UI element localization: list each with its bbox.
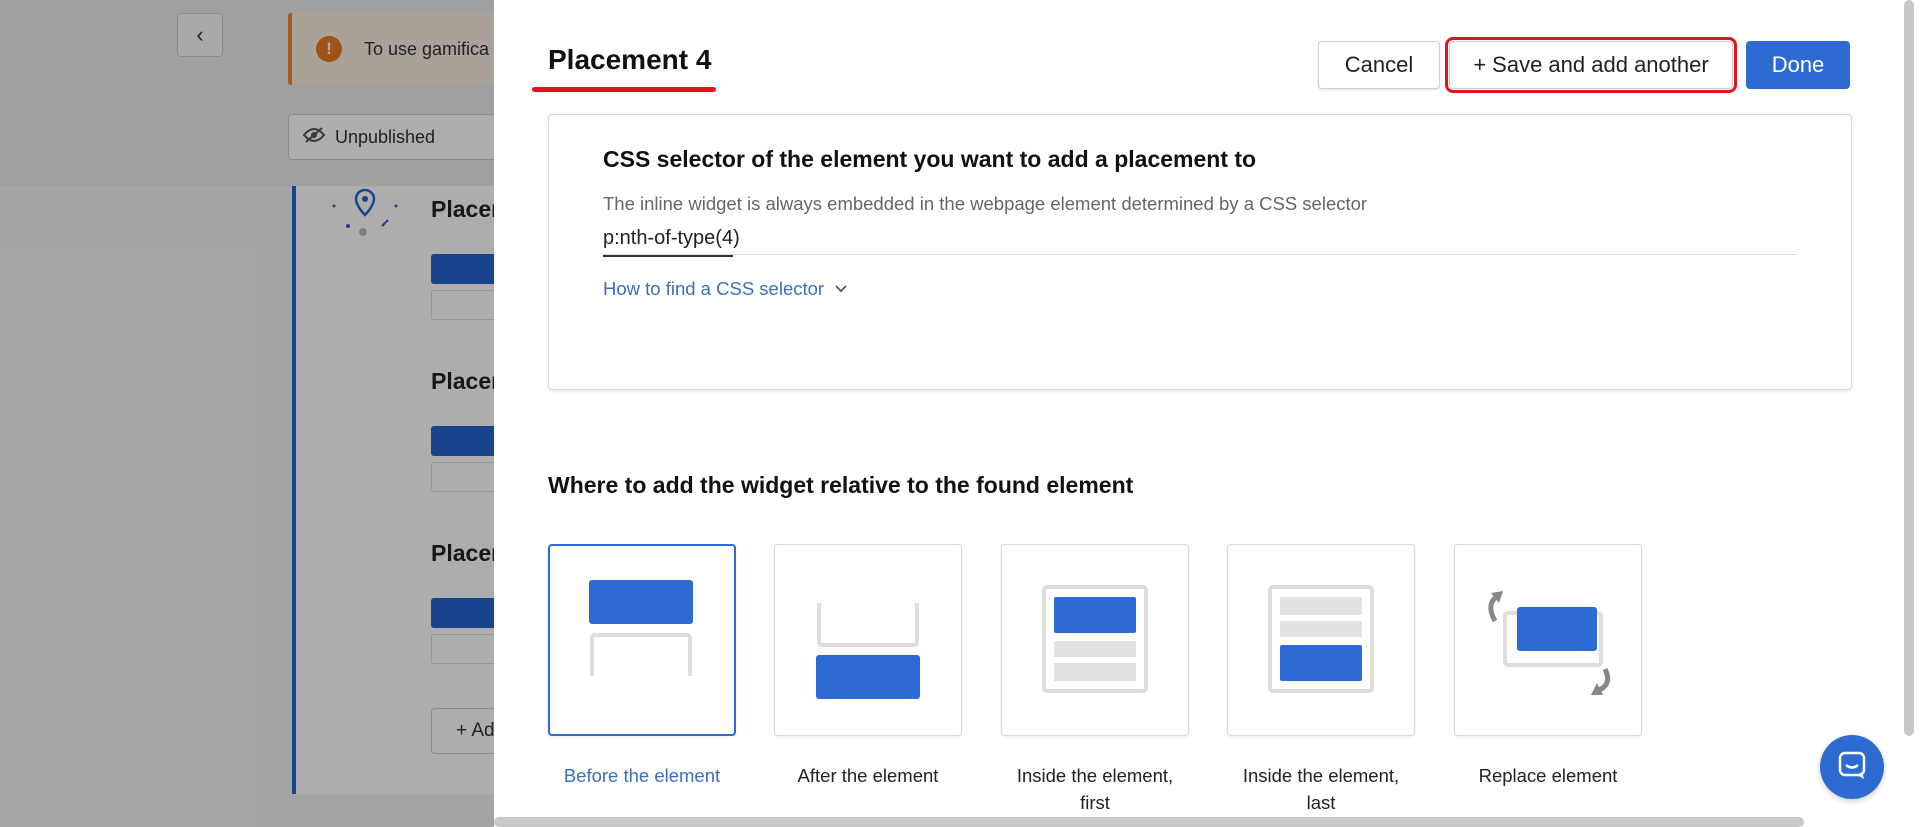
- replace-element-icon: [1488, 591, 1611, 695]
- save-and-add-label: Save and add another: [1492, 52, 1709, 77]
- option-inside-last[interactable]: [1227, 544, 1415, 736]
- help-link-label: How to find a CSS selector: [603, 278, 825, 299]
- inside-last-icon: [1268, 585, 1374, 693]
- css-selector-card: CSS selector of the element you want to …: [548, 114, 1852, 390]
- chat-icon: [1837, 750, 1867, 785]
- option-label: Replace element: [1478, 765, 1618, 786]
- done-button[interactable]: Done: [1746, 41, 1850, 89]
- option-label: After the element: [797, 765, 939, 786]
- css-selector-input[interactable]: [603, 223, 1797, 255]
- save-and-add-another-button[interactable]: + Save and add another: [1445, 37, 1737, 93]
- plus-icon: +: [1473, 52, 1487, 77]
- after-element-icon: [815, 581, 921, 699]
- horizontal-scrollbar[interactable]: [494, 817, 1804, 827]
- option-before-element[interactable]: [548, 544, 736, 736]
- inside-first-icon: [1042, 585, 1148, 693]
- chevron-down-icon: [834, 281, 848, 297]
- css-selector-help-link[interactable]: How to find a CSS selector: [603, 278, 848, 300]
- option-inside-first[interactable]: [1001, 544, 1189, 736]
- chat-button[interactable]: [1820, 735, 1884, 799]
- drawer-title: Placement 4: [548, 44, 712, 75]
- vertical-scrollbar[interactable]: [1904, 0, 1914, 736]
- cancel-button[interactable]: Cancel: [1318, 41, 1440, 89]
- position-heading: Where to add the widget relative to the …: [548, 472, 1134, 498]
- before-element-icon: [586, 580, 696, 704]
- css-selector-heading: CSS selector of the element you want to …: [603, 146, 1257, 172]
- option-replace-element[interactable]: [1454, 544, 1642, 736]
- option-label: Inside the element, last: [1242, 765, 1400, 813]
- input-focus-underline: [603, 255, 733, 257]
- title-underline: [532, 87, 716, 92]
- option-label: Inside the element, first: [1016, 765, 1174, 813]
- option-label: Before the element: [563, 765, 721, 786]
- css-selector-description: The inline widget is always embedded in …: [603, 193, 1368, 214]
- placement-drawer: Placement 4 Cancel + Save and add anothe…: [494, 0, 1920, 827]
- option-after-element[interactable]: [774, 544, 962, 736]
